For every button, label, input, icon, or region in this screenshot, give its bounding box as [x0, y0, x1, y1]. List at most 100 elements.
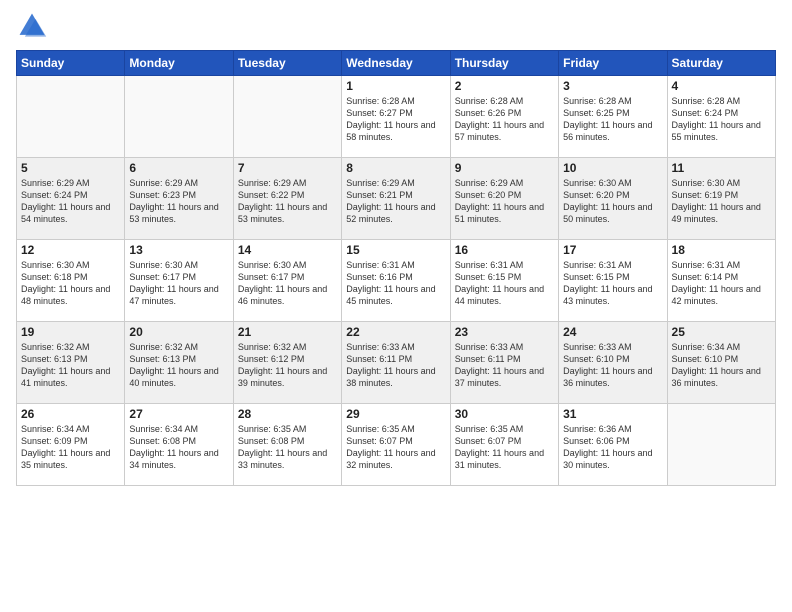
day-info: Sunrise: 6:29 AM Sunset: 6:20 PM Dayligh…: [455, 177, 554, 226]
weekday-header: Thursday: [450, 51, 558, 76]
calendar-cell: 25Sunrise: 6:34 AM Sunset: 6:10 PM Dayli…: [667, 322, 775, 404]
calendar-cell: 7Sunrise: 6:29 AM Sunset: 6:22 PM Daylig…: [233, 158, 341, 240]
day-number: 10: [563, 161, 662, 175]
day-info: Sunrise: 6:35 AM Sunset: 6:07 PM Dayligh…: [455, 423, 554, 472]
day-info: Sunrise: 6:35 AM Sunset: 6:07 PM Dayligh…: [346, 423, 445, 472]
logo-icon: [16, 10, 48, 42]
day-number: 2: [455, 79, 554, 93]
day-number: 15: [346, 243, 445, 257]
day-number: 27: [129, 407, 228, 421]
weekday-header: Tuesday: [233, 51, 341, 76]
day-number: 30: [455, 407, 554, 421]
calendar-cell: 28 Sunrise: 6:35 AM Sunset: 6:08 PM Dayli…: [233, 404, 341, 486]
day-info: Sunrise: 6:30 AM Sunset: 6:18 PM Dayligh…: [21, 259, 120, 308]
day-info: Sunrise: 6:32 AM Sunset: 6:12 PM Dayligh…: [238, 341, 337, 390]
day-number: 28: [238, 407, 337, 421]
day-info: Sunrise: 6:33 AM Sunset: 6:11 PM Dayligh…: [455, 341, 554, 390]
calendar-cell: 16Sunrise: 6:31 AM Sunset: 6:15 PM Dayli…: [450, 240, 558, 322]
calendar-cell: 19 Sunrise: 6:32 AM Sunset: 6:13 PM Dayli…: [17, 322, 125, 404]
day-info: Sunrise: 6:34 AM Sunset: 6:08 PM Dayligh…: [129, 423, 228, 472]
day-number: 23: [455, 325, 554, 339]
calendar-cell: 15 Sunrise: 6:31 AM Sunset: 6:16 PM Dayli…: [342, 240, 450, 322]
day-number: 5: [21, 161, 120, 175]
day-number: 17: [563, 243, 662, 257]
day-number: 29: [346, 407, 445, 421]
calendar-cell: 29 Sunrise: 6:35 AM Sunset: 6:07 PM Dayli…: [342, 404, 450, 486]
day-info: Sunrise: 6:31 AM Sunset: 6:15 PM Dayligh…: [563, 259, 662, 308]
weekday-header: Sunday: [17, 51, 125, 76]
day-info: Sunrise: 6:28 AM Sunset: 6:26 PM Dayligh…: [455, 95, 554, 144]
day-number: 9: [455, 161, 554, 175]
calendar-cell: [125, 76, 233, 158]
weekday-header: Saturday: [667, 51, 775, 76]
calendar-cell: [667, 404, 775, 486]
calendar-cell: [17, 76, 125, 158]
calendar-cell: 10 Sunrise: 6:30 AM Sunset: 6:20 PM Dayli…: [559, 158, 667, 240]
calendar-cell: 6 Sunrise: 6:29 AM Sunset: 6:23 PM Daylig…: [125, 158, 233, 240]
calendar-cell: 20 Sunrise: 6:32 AM Sunset: 6:13 PM Dayli…: [125, 322, 233, 404]
day-info: Sunrise: 6:34 AM Sunset: 6:09 PM Dayligh…: [21, 423, 120, 472]
calendar-cell: 2 Sunrise: 6:28 AM Sunset: 6:26 PM Daylig…: [450, 76, 558, 158]
calendar-cell: 26 Sunrise: 6:34 AM Sunset: 6:09 PM Dayli…: [17, 404, 125, 486]
calendar-week-row: 12 Sunrise: 6:30 AM Sunset: 6:18 PM Dayli…: [17, 240, 776, 322]
calendar-cell: 8Sunrise: 6:29 AM Sunset: 6:21 PM Daylig…: [342, 158, 450, 240]
calendar-cell: 22 Sunrise: 6:33 AM Sunset: 6:11 PM Dayli…: [342, 322, 450, 404]
day-number: 31: [563, 407, 662, 421]
day-number: 18: [672, 243, 771, 257]
calendar-cell: 13 Sunrise: 6:30 AM Sunset: 6:17 PM Dayli…: [125, 240, 233, 322]
day-number: 20: [129, 325, 228, 339]
day-info: Sunrise: 6:31 AM Sunset: 6:14 PM Dayligh…: [672, 259, 771, 308]
day-number: 6: [129, 161, 228, 175]
header: [16, 10, 776, 42]
day-info: Sunrise: 6:32 AM Sunset: 6:13 PM Dayligh…: [21, 341, 120, 390]
day-info: Sunrise: 6:29 AM Sunset: 6:22 PM Dayligh…: [238, 177, 337, 226]
day-number: 14: [238, 243, 337, 257]
day-number: 25: [672, 325, 771, 339]
calendar-week-row: 5 Sunrise: 6:29 AM Sunset: 6:24 PM Daylig…: [17, 158, 776, 240]
calendar-cell: 14Sunrise: 6:30 AM Sunset: 6:17 PM Dayli…: [233, 240, 341, 322]
day-info: Sunrise: 6:30 AM Sunset: 6:20 PM Dayligh…: [563, 177, 662, 226]
calendar-cell: 12 Sunrise: 6:30 AM Sunset: 6:18 PM Dayli…: [17, 240, 125, 322]
day-number: 12: [21, 243, 120, 257]
logo: [16, 10, 52, 42]
day-number: 24: [563, 325, 662, 339]
day-info: Sunrise: 6:31 AM Sunset: 6:15 PM Dayligh…: [455, 259, 554, 308]
day-info: Sunrise: 6:35 AM Sunset: 6:08 PM Dayligh…: [238, 423, 337, 472]
day-info: Sunrise: 6:31 AM Sunset: 6:16 PM Dayligh…: [346, 259, 445, 308]
day-number: 22: [346, 325, 445, 339]
calendar-cell: 5 Sunrise: 6:29 AM Sunset: 6:24 PM Daylig…: [17, 158, 125, 240]
page: SundayMondayTuesdayWednesdayThursdayFrid…: [0, 0, 792, 612]
calendar: SundayMondayTuesdayWednesdayThursdayFrid…: [16, 50, 776, 486]
calendar-cell: 27 Sunrise: 6:34 AM Sunset: 6:08 PM Dayli…: [125, 404, 233, 486]
day-info: Sunrise: 6:36 AM Sunset: 6:06 PM Dayligh…: [563, 423, 662, 472]
calendar-week-row: 26 Sunrise: 6:34 AM Sunset: 6:09 PM Dayli…: [17, 404, 776, 486]
day-info: Sunrise: 6:33 AM Sunset: 6:11 PM Dayligh…: [346, 341, 445, 390]
calendar-cell: 21 Sunrise: 6:32 AM Sunset: 6:12 PM Dayli…: [233, 322, 341, 404]
day-number: 1: [346, 79, 445, 93]
day-info: Sunrise: 6:30 AM Sunset: 6:19 PM Dayligh…: [672, 177, 771, 226]
calendar-cell: 3Sunrise: 6:28 AM Sunset: 6:25 PM Daylig…: [559, 76, 667, 158]
day-info: Sunrise: 6:29 AM Sunset: 6:24 PM Dayligh…: [21, 177, 120, 226]
calendar-week-row: 1 Sunrise: 6:28 AM Sunset: 6:27 PM Daylig…: [17, 76, 776, 158]
day-number: 13: [129, 243, 228, 257]
day-info: Sunrise: 6:32 AM Sunset: 6:13 PM Dayligh…: [129, 341, 228, 390]
calendar-cell: 18 Sunrise: 6:31 AM Sunset: 6:14 PM Dayli…: [667, 240, 775, 322]
day-info: Sunrise: 6:30 AM Sunset: 6:17 PM Dayligh…: [129, 259, 228, 308]
day-number: 26: [21, 407, 120, 421]
day-info: Sunrise: 6:28 AM Sunset: 6:25 PM Dayligh…: [563, 95, 662, 144]
weekday-header: Friday: [559, 51, 667, 76]
calendar-cell: 23 Sunrise: 6:33 AM Sunset: 6:11 PM Dayli…: [450, 322, 558, 404]
day-info: Sunrise: 6:28 AM Sunset: 6:24 PM Dayligh…: [672, 95, 771, 144]
day-info: Sunrise: 6:33 AM Sunset: 6:10 PM Dayligh…: [563, 341, 662, 390]
weekday-header: Wednesday: [342, 51, 450, 76]
day-info: Sunrise: 6:28 AM Sunset: 6:27 PM Dayligh…: [346, 95, 445, 144]
calendar-cell: 30 Sunrise: 6:35 AM Sunset: 6:07 PM Dayli…: [450, 404, 558, 486]
day-number: 19: [21, 325, 120, 339]
day-number: 4: [672, 79, 771, 93]
day-info: Sunrise: 6:29 AM Sunset: 6:21 PM Dayligh…: [346, 177, 445, 226]
day-number: 21: [238, 325, 337, 339]
calendar-cell: 1 Sunrise: 6:28 AM Sunset: 6:27 PM Daylig…: [342, 76, 450, 158]
calendar-cell: 11Sunrise: 6:30 AM Sunset: 6:19 PM Dayli…: [667, 158, 775, 240]
calendar-cell: 17 Sunrise: 6:31 AM Sunset: 6:15 PM Dayli…: [559, 240, 667, 322]
day-info: Sunrise: 6:29 AM Sunset: 6:23 PM Dayligh…: [129, 177, 228, 226]
